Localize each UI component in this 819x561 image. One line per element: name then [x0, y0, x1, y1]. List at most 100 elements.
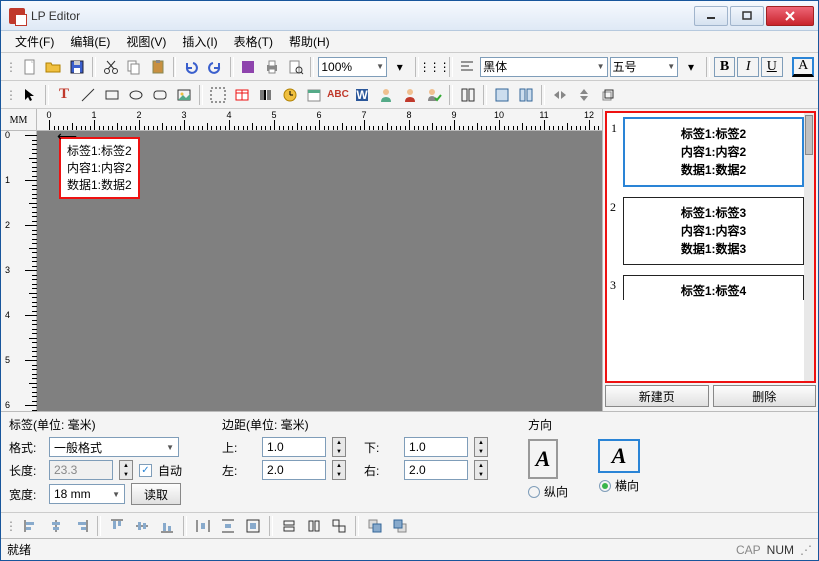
thumbnail[interactable]: 3 标签1:标签4 — [623, 275, 804, 300]
delete-button[interactable]: 删除 — [713, 385, 817, 407]
table-icon[interactable] — [231, 84, 253, 106]
read-button[interactable]: 读取 — [131, 483, 181, 505]
ellipse-icon[interactable] — [125, 84, 147, 106]
landscape-radio[interactable] — [599, 480, 611, 492]
barcode-icon[interactable] — [255, 84, 277, 106]
menu-help[interactable]: 帮助(H) — [281, 31, 338, 52]
grid-icon[interactable]: ⋮⋮⋮ — [423, 56, 445, 78]
layout3-icon[interactable] — [515, 84, 537, 106]
menu-file[interactable]: 文件(F) — [7, 31, 62, 52]
layout2-icon[interactable] — [491, 84, 513, 106]
paste-icon[interactable] — [147, 56, 169, 78]
copy-icon[interactable] — [123, 56, 145, 78]
titlebar: LP Editor — [1, 1, 818, 31]
cut-icon[interactable] — [100, 56, 122, 78]
menubar: 文件(F) 编辑(E) 视图(V) 插入(I) 表格(T) 帮助(H) — [1, 31, 818, 53]
width-select[interactable]: 18 mm▼ — [49, 484, 125, 504]
menu-table[interactable]: 表格(T) — [226, 31, 281, 52]
underline-button[interactable]: U — [761, 57, 783, 77]
fontcolor-button[interactable]: A — [792, 57, 814, 77]
same-width-icon[interactable] — [278, 515, 300, 537]
spellcheck-icon[interactable]: ABC — [327, 84, 349, 106]
rotate-icon[interactable] — [597, 84, 619, 106]
text-icon[interactable]: T — [53, 84, 75, 106]
margin-right-input[interactable]: 2.0 — [404, 460, 468, 480]
align-bottom-icon[interactable] — [156, 515, 178, 537]
align-icon[interactable] — [457, 56, 479, 78]
checkuser-icon[interactable] — [423, 84, 445, 106]
align-right-icon[interactable] — [70, 515, 92, 537]
fontsize-select[interactable]: 五号▼ — [610, 57, 679, 77]
margin-right-spinner[interactable]: ▲▼ — [474, 460, 488, 480]
preview-icon[interactable] — [285, 56, 307, 78]
italic-button[interactable]: I — [737, 57, 759, 77]
same-size-icon[interactable] — [328, 515, 350, 537]
canvas[interactable]: ⟵ 标签1:标签2 内容1:内容2 数据1:数据2 — [37, 131, 602, 411]
length-input: 23.3 — [49, 460, 113, 480]
portrait-radio[interactable] — [528, 486, 540, 498]
margin-left-spinner[interactable]: ▲▼ — [332, 460, 346, 480]
margin-bottom-spinner[interactable]: ▲▼ — [474, 437, 488, 457]
rect-icon[interactable] — [101, 84, 123, 106]
app-icon — [9, 8, 25, 24]
close-button[interactable] — [766, 6, 814, 26]
margin-bottom-input[interactable]: 1.0 — [404, 437, 468, 457]
align-left-icon[interactable] — [20, 515, 42, 537]
frame-icon[interactable] — [207, 84, 229, 106]
margin-top-input[interactable]: 1.0 — [262, 437, 326, 457]
print-icon[interactable] — [261, 56, 283, 78]
margin-top-spinner[interactable]: ▲▼ — [332, 437, 346, 457]
pointer-icon[interactable] — [19, 84, 41, 106]
align-middle-icon[interactable] — [131, 515, 153, 537]
user2-icon[interactable] — [399, 84, 421, 106]
resize-grip-icon[interactable]: ⋰ — [800, 543, 812, 557]
minimize-button[interactable] — [694, 6, 728, 26]
clock-icon[interactable] — [279, 84, 301, 106]
maximize-button[interactable] — [730, 6, 764, 26]
fontsize-dropdown-icon[interactable]: ▾ — [680, 56, 702, 78]
auto-checkbox[interactable]: ✓ — [139, 464, 152, 477]
menu-view[interactable]: 视图(V) — [118, 31, 174, 52]
align-top-icon[interactable] — [106, 515, 128, 537]
align-center-h-icon[interactable] — [45, 515, 67, 537]
zoom-dropdown-icon[interactable]: ▾ — [389, 56, 411, 78]
zoom-select[interactable]: 100%▼ — [318, 57, 387, 77]
line-icon[interactable] — [77, 84, 99, 106]
thumbnail-scrollbar[interactable] — [804, 113, 814, 381]
font-select[interactable]: 黑体▼ — [480, 57, 607, 77]
word-icon[interactable]: W — [351, 84, 373, 106]
menu-insert[interactable]: 插入(I) — [174, 31, 225, 52]
roundrect-icon[interactable] — [149, 84, 171, 106]
margin-left-input[interactable]: 2.0 — [262, 460, 326, 480]
dist-h-icon[interactable] — [192, 515, 214, 537]
center-page-icon[interactable] — [242, 515, 264, 537]
send-back-icon[interactable] — [389, 515, 411, 537]
fliph-icon[interactable] — [549, 84, 571, 106]
landscape-icon[interactable]: A — [598, 439, 640, 473]
save-icon[interactable] — [66, 56, 88, 78]
newpage-button[interactable]: 新建页 — [605, 385, 709, 407]
thumbnail[interactable]: 1 标签1:标签2 内容1:内容2 数据1:数据2 — [623, 117, 804, 187]
label-object[interactable]: ⟵ 标签1:标签2 内容1:内容2 数据1:数据2 — [59, 137, 140, 199]
open-icon[interactable] — [43, 56, 65, 78]
bring-front-icon[interactable] — [364, 515, 386, 537]
layout1-icon[interactable] — [457, 84, 479, 106]
dist-v-icon[interactable] — [217, 515, 239, 537]
format-select[interactable]: 一般格式▼ — [49, 437, 179, 457]
redo-icon[interactable] — [204, 56, 226, 78]
user-icon[interactable] — [375, 84, 397, 106]
undo-icon[interactable] — [180, 56, 202, 78]
manual-icon[interactable] — [238, 56, 260, 78]
same-height-icon[interactable] — [303, 515, 325, 537]
thumbnail[interactable]: 2 标签1:标签3 内容1:内容3 数据1:数据3 — [623, 197, 804, 265]
new-icon[interactable] — [19, 56, 41, 78]
bold-button[interactable]: B — [714, 57, 736, 77]
length-spinner[interactable]: ▲▼ — [119, 460, 133, 480]
thumbnail-list[interactable]: 1 标签1:标签2 内容1:内容2 数据1:数据2 2 标签1:标签3 内容1:… — [605, 111, 816, 383]
portrait-icon[interactable]: A — [528, 439, 558, 479]
flipv-icon[interactable] — [573, 84, 595, 106]
window-title: LP Editor — [31, 9, 692, 23]
image-icon[interactable] — [173, 84, 195, 106]
calendar-icon[interactable] — [303, 84, 325, 106]
menu-edit[interactable]: 编辑(E) — [62, 31, 118, 52]
